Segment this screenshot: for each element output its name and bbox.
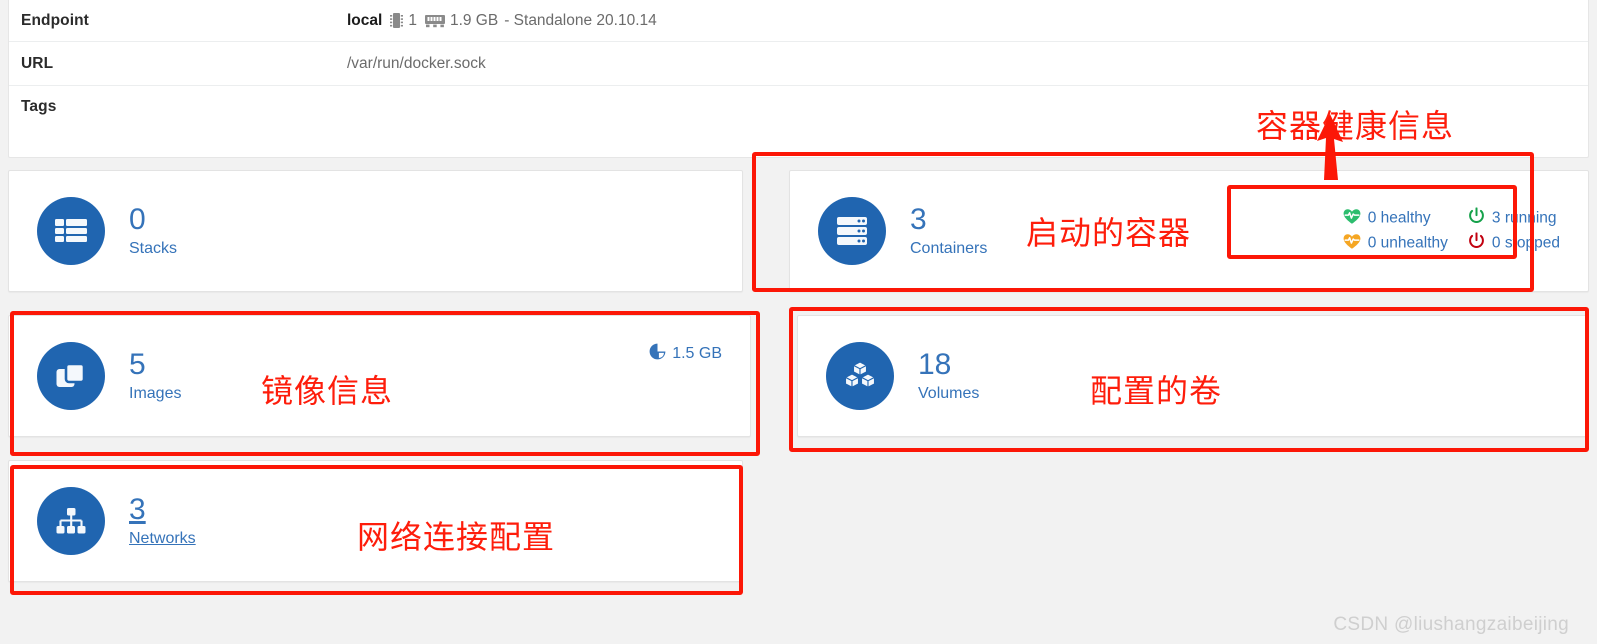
stacks-card-inner: 0 Stacks (9, 171, 742, 291)
annotation-networks: 网络连接配置 (357, 518, 556, 556)
health-item-running[interactable]: 3 running (1468, 207, 1560, 230)
url-label: URL (21, 54, 54, 72)
container-health-summary: 0 healthy 3 running 0 unhealthy 0 stoppe… (1333, 202, 1570, 261)
watermark: CSDN @liushangzaibeijing (1333, 614, 1569, 635)
annotation-volumes: 配置的卷 (1090, 372, 1223, 410)
url-row: URL /var/run/docker.sock (9, 41, 1588, 85)
images-card-text: 5 Images (129, 349, 181, 404)
networks-card-text[interactable]: 3 Networks (129, 494, 196, 549)
stacks-label: Stacks (129, 240, 178, 258)
endpoint-label: Endpoint (21, 11, 89, 29)
volumes-count: 18 (918, 347, 952, 381)
stacks-count: 0 (129, 202, 146, 236)
health-item-unhealthy[interactable]: 0 unhealthy (1343, 233, 1448, 255)
cubes-icon (826, 342, 894, 410)
tags-label: Tags (21, 98, 57, 115)
volumes-card-text: 18 Volumes (918, 349, 979, 404)
volumes-label: Volumes (918, 385, 980, 403)
memory-icon (424, 14, 445, 28)
containers-card-text: 3 Containers (910, 204, 987, 259)
endpoint-value: local 1 1.9 GB - Standalone 20.10.14 (347, 12, 657, 30)
health-item-healthy-label: 0 healthy (1367, 209, 1431, 227)
heartbeat-icon (1343, 233, 1361, 254)
endpoint-row: Endpoint local 1 1.9 GB - Standalone 20.… (9, 0, 1588, 41)
images-size-badge: 1.5 GB (649, 343, 722, 365)
annotation-arrow-icon (1317, 114, 1343, 180)
health-item-running-label: 3 running (1491, 209, 1557, 227)
images-count: 5 (129, 347, 146, 381)
stacks-card[interactable]: 0 Stacks (8, 170, 743, 292)
heartbeat-icon (1343, 208, 1361, 229)
containers-label: Containers (910, 240, 988, 258)
networks-label: Networks (129, 530, 196, 548)
stacks-card-text: 0 Stacks (129, 204, 177, 259)
health-item-unhealthy-label: 0 unhealthy (1367, 234, 1448, 252)
cpu-icon (390, 12, 404, 29)
clone-icon (37, 342, 105, 410)
power-icon (1468, 207, 1485, 230)
endpoint-name: local (347, 11, 383, 29)
containers-count: 3 (910, 202, 927, 236)
server-icon (818, 197, 886, 265)
networks-count: 3 (129, 492, 146, 526)
annotation-containers: 启动的容器 (1026, 214, 1192, 252)
power-icon (1468, 232, 1485, 255)
health-item-healthy[interactable]: 0 healthy (1343, 208, 1448, 230)
dashboard-root: Endpoint local 1 1.9 GB - Standalone 20.… (0, 0, 1597, 644)
table-icon (37, 197, 105, 265)
pie-chart-icon (649, 343, 666, 365)
images-label: Images (129, 385, 182, 403)
endpoint-version: - Standalone 20.10.14 (504, 11, 657, 29)
health-item-stopped-label: 0 stopped (1491, 234, 1560, 252)
cpu-count: 1 (408, 11, 417, 29)
url-value: /var/run/docker.sock (347, 54, 486, 72)
sitemap-icon (37, 487, 105, 555)
memory-value: 1.9 GB (449, 11, 499, 29)
images-size-value: 1.5 GB (672, 345, 722, 362)
annotation-images: 镜像信息 (261, 372, 394, 410)
health-item-stopped[interactable]: 0 stopped (1468, 232, 1560, 255)
